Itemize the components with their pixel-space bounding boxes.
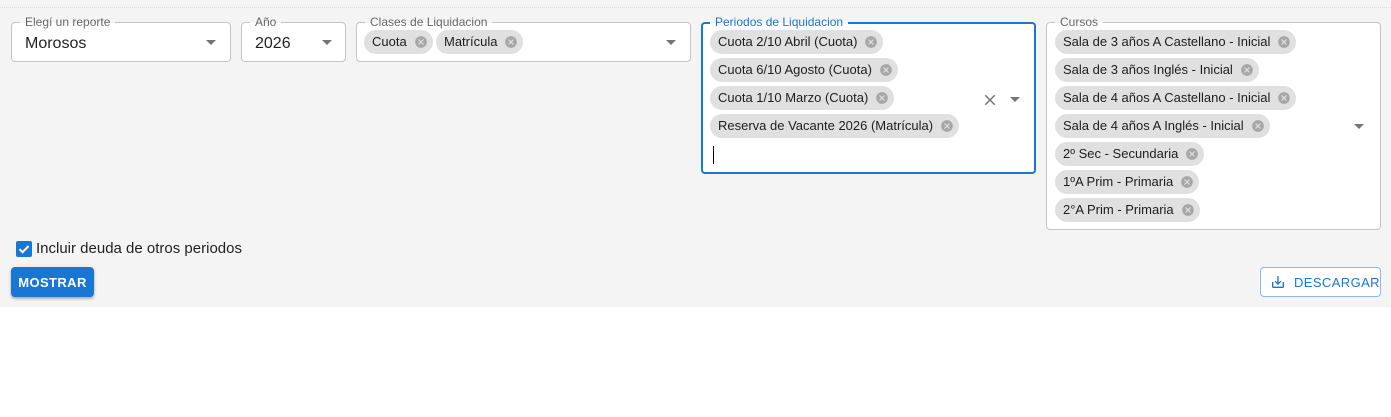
cancel-icon[interactable] xyxy=(1277,91,1291,105)
filter-panel: Elegí un reporte Morosos Año 2026 Clases… xyxy=(0,0,1391,307)
cancel-icon[interactable] xyxy=(1180,175,1194,189)
descargar-button[interactable]: DESCARGAR xyxy=(1260,267,1381,297)
cancel-icon[interactable] xyxy=(1240,63,1254,77)
chip[interactable]: 2°A Prim - Primaria xyxy=(1055,198,1200,222)
arrow-drop-down-icon[interactable] xyxy=(666,40,676,45)
chip-label: Reserva de Vacante 2026 (Matrícula) xyxy=(718,118,934,133)
cancel-icon[interactable] xyxy=(875,91,889,105)
descargar-label: DESCARGAR xyxy=(1294,274,1380,290)
chip[interactable]: Sala de 4 años A Castellano - Inicial xyxy=(1055,86,1297,110)
cursos-select-label: Cursos xyxy=(1055,15,1104,29)
chip-label: Cuota xyxy=(372,34,407,49)
checkbox-checked-icon[interactable] xyxy=(16,241,32,257)
chip-label: Matrícula xyxy=(444,34,498,49)
chip-label: Cuota 1/10 Marzo (Cuota) xyxy=(718,90,869,105)
periodos-select-label: Periodos de Liquidacion xyxy=(710,15,849,29)
chip[interactable]: Cuota xyxy=(364,30,433,54)
cancel-icon[interactable] xyxy=(504,35,518,49)
year-select-label: Año xyxy=(250,15,282,29)
cancel-icon[interactable] xyxy=(414,35,428,49)
cancel-icon[interactable] xyxy=(879,63,893,77)
arrow-drop-down-icon[interactable] xyxy=(1010,97,1020,102)
periodos-select[interactable]: Periodos de Liquidacion Cuota 2/10 Abril… xyxy=(701,15,1036,174)
year-select-value: 2026 xyxy=(255,35,291,52)
chip[interactable]: Sala de 3 años Inglés - Inicial xyxy=(1055,58,1259,82)
chip-label: Sala de 4 años A Castellano - Inicial xyxy=(1063,90,1271,105)
chip[interactable]: 2º Sec - Secundaria xyxy=(1055,142,1205,166)
chip-label: 2º Sec - Secundaria xyxy=(1063,146,1179,161)
clases-select-label: Clases de Liquidacion xyxy=(365,15,493,29)
report-select[interactable]: Elegí un reporte Morosos xyxy=(11,15,231,62)
chip-label: Sala de 3 años A Castellano - Inicial xyxy=(1063,34,1271,49)
chip[interactable]: Matrícula xyxy=(436,30,524,54)
download-icon xyxy=(1272,276,1284,288)
report-select-label: Elegí un reporte xyxy=(20,15,116,29)
text-cursor xyxy=(713,146,714,164)
cancel-icon[interactable] xyxy=(864,35,878,49)
arrow-drop-down-icon[interactable] xyxy=(322,40,332,45)
chip[interactable]: Cuota 6/10 Agosto (Cuota) xyxy=(710,58,898,82)
year-select[interactable]: Año 2026 xyxy=(241,15,346,62)
chip[interactable]: 1ºA Prim - Primaria xyxy=(1055,170,1200,194)
chip-label: Cuota 6/10 Agosto (Cuota) xyxy=(718,62,872,77)
top-divider xyxy=(0,7,1391,8)
cancel-icon[interactable] xyxy=(1251,119,1265,133)
chip-label: Sala de 4 años A Inglés - Inicial xyxy=(1063,118,1244,133)
close-icon[interactable] xyxy=(981,91,999,109)
chip-label: 1ºA Prim - Primaria xyxy=(1063,174,1174,189)
cancel-icon[interactable] xyxy=(1185,147,1199,161)
cursos-select[interactable]: Cursos Sala de 3 años A Castellano - Ini… xyxy=(1046,15,1381,230)
cancel-icon[interactable] xyxy=(1277,35,1291,49)
chip[interactable]: Sala de 4 años A Inglés - Inicial xyxy=(1055,114,1270,138)
arrow-drop-down-icon[interactable] xyxy=(1354,124,1364,129)
arrow-drop-down-icon[interactable] xyxy=(206,40,216,45)
chip-label: Sala de 3 años Inglés - Inicial xyxy=(1063,62,1233,77)
mostrar-button[interactable]: MOSTRAR xyxy=(11,267,94,297)
clases-select[interactable]: Clases de Liquidacion Cuota Matrícula xyxy=(356,15,691,62)
cancel-icon[interactable] xyxy=(940,119,954,133)
include-debt-label[interactable]: Incluir deuda de otros periodos xyxy=(36,240,242,258)
chip[interactable]: Reserva de Vacante 2026 (Matrícula) xyxy=(710,114,960,138)
chip[interactable]: Sala de 3 años A Castellano - Inicial xyxy=(1055,30,1297,54)
cancel-icon[interactable] xyxy=(1181,203,1195,217)
report-select-value: Morosos xyxy=(25,35,87,52)
chip[interactable]: Cuota 1/10 Marzo (Cuota) xyxy=(710,86,895,110)
chip-label: 2°A Prim - Primaria xyxy=(1063,202,1174,217)
chip-label: Cuota 2/10 Abril (Cuota) xyxy=(718,34,858,49)
chip[interactable]: Cuota 2/10 Abril (Cuota) xyxy=(710,30,884,54)
